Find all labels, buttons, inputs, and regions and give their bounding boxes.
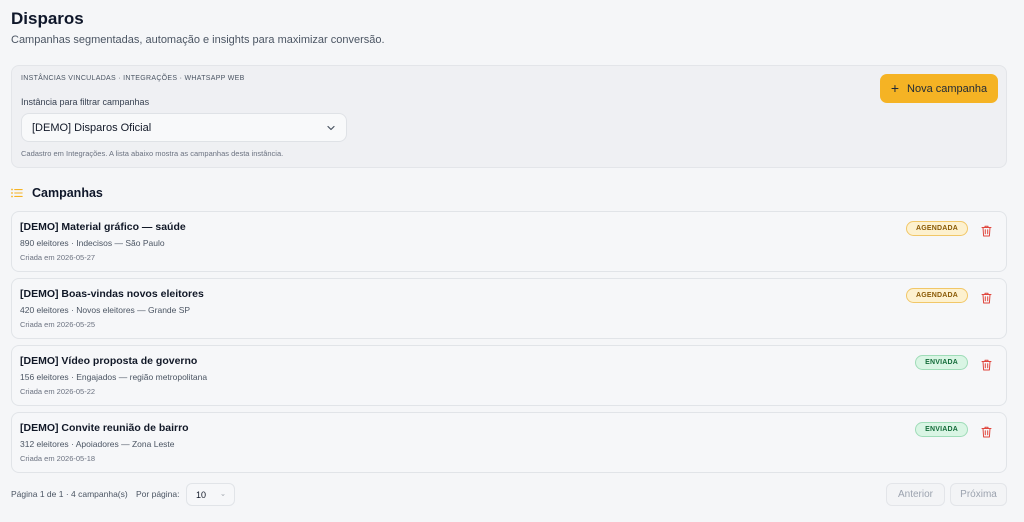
- trash-icon[interactable]: [981, 225, 992, 237]
- per-page-label: Por página:: [136, 489, 180, 499]
- trash-icon[interactable]: [981, 426, 992, 438]
- filter-help-text: Cadastro em Integrações. A lista abaixo …: [21, 149, 284, 158]
- status-badge: AGENDADA: [905, 288, 968, 303]
- status-badge: AGENDADA: [905, 221, 968, 236]
- list-icon: [11, 188, 23, 198]
- campaign-meta: 890 eleitores · Indecisos — São Paulo: [20, 238, 165, 248]
- instance-filter-card: INSTÂNCIAS VINCULADAS · INTEGRAÇÕES · WH…: [11, 65, 1007, 168]
- campaign-title: [DEMO] Material gráfico — saúde: [20, 221, 186, 233]
- campaign-date: Criada em 2026-05-22: [20, 387, 96, 396]
- chevron-down-icon: [221, 493, 225, 496]
- section-title: Campanhas: [32, 186, 103, 200]
- instance-filter-label: Instância para filtrar campanhas: [21, 97, 150, 107]
- campaign-date: Criada em 2026-05-27: [20, 253, 96, 262]
- plus-icon: +: [890, 80, 900, 96]
- campaigns-section-header: Campanhas: [11, 186, 103, 200]
- chevron-down-icon: [327, 125, 335, 130]
- page-subtitle: Campanhas segmentadas, automação e insig…: [11, 34, 385, 46]
- per-page-value: 10: [196, 489, 207, 500]
- campaign-title: [DEMO] Vídeo proposta de governo: [20, 355, 198, 367]
- pagination-info: Página 1 de 1 · 4 campanha(s): [11, 489, 128, 499]
- campaign-date: Criada em 2026-05-25: [20, 320, 96, 329]
- previous-page-button[interactable]: Anterior: [886, 483, 945, 506]
- campaign-title: [DEMO] Boas-vindas novos eleitores: [20, 288, 204, 300]
- new-campaign-button[interactable]: + Nova campanha: [880, 74, 998, 103]
- new-campaign-label: Nova campanha: [907, 82, 988, 95]
- instance-select[interactable]: [DEMO] Disparos Oficial: [21, 113, 347, 142]
- campaign-meta: 156 eleitores · Engajados — região metro…: [20, 372, 208, 382]
- status-badge: ENVIADA: [915, 422, 968, 437]
- trash-icon[interactable]: [981, 359, 992, 371]
- campaign-date: Criada em 2026-05-18: [20, 454, 96, 463]
- status-badge: ENVIADA: [915, 355, 968, 370]
- campaign-card[interactable]: [DEMO] Vídeo proposta de governo 156 ele…: [11, 345, 1007, 406]
- campaign-card[interactable]: [DEMO] Material gráfico — saúde 890 elei…: [11, 211, 1007, 272]
- campaign-meta: 312 eleitores · Apoiadores — Zona Leste: [20, 439, 175, 449]
- campaign-card[interactable]: [DEMO] Boas-vindas novos eleitores 420 e…: [11, 278, 1007, 339]
- per-page-select[interactable]: 10: [186, 483, 235, 506]
- campaign-card[interactable]: [DEMO] Convite reunião de bairro 312 ele…: [11, 412, 1007, 473]
- page-title: Disparos: [11, 9, 84, 28]
- next-page-button[interactable]: Próxima: [950, 483, 1007, 506]
- campaign-title: [DEMO] Convite reunião de bairro: [20, 422, 189, 434]
- instance-select-value: [DEMO] Disparos Oficial: [32, 121, 152, 134]
- trash-icon[interactable]: [981, 292, 992, 304]
- campaign-meta: 420 eleitores · Novos eleitores — Grande…: [20, 305, 191, 315]
- filter-eyebrow: INSTÂNCIAS VINCULADAS · INTEGRAÇÕES · WH…: [21, 75, 245, 82]
